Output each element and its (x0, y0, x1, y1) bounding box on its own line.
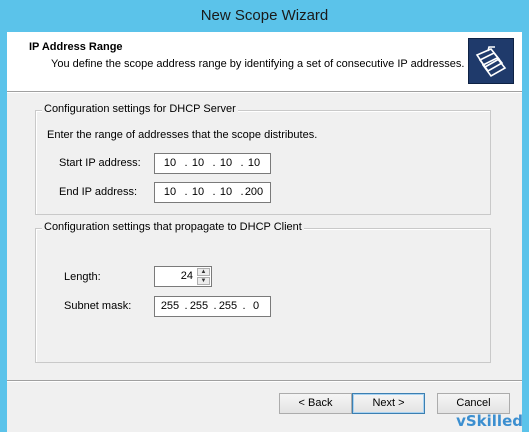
start-ip-label: Start IP address: (59, 157, 141, 169)
header-separator (7, 91, 522, 93)
start-ip-field[interactable]: 10 . 10 . 10 . 10 (154, 153, 271, 174)
length-label: Length: (64, 271, 101, 283)
end-ip-octet-2: 10 (191, 186, 205, 198)
back-button[interactable]: < Back (279, 393, 352, 414)
subnet-mask-field[interactable]: 255 . 255 . 255 . 0 (154, 296, 271, 317)
mask-octet-3: 255 (218, 300, 238, 312)
end-ip-octet-1: 10 (163, 186, 177, 198)
end-ip-octet-3: 10 (219, 186, 233, 198)
length-stepper[interactable]: 24 ▲ ▼ (154, 266, 212, 287)
client-config-legend: Configuration settings that propagate to… (42, 221, 304, 233)
start-ip-octet-1: 10 (163, 157, 177, 169)
window-title: New Scope Wizard (200, 7, 329, 24)
spin-up-icon[interactable]: ▲ (197, 268, 210, 276)
wizard-body: IP Address Range You define the scope ad… (7, 32, 522, 432)
cancel-button[interactable]: Cancel (437, 393, 510, 414)
folder-icon (468, 38, 514, 84)
length-spin-buttons: ▲ ▼ (197, 268, 210, 285)
watermark-logo: vSkilled (456, 412, 523, 430)
start-ip-octet-4: 10 (247, 157, 261, 169)
page-description: You define the scope address range by id… (51, 58, 465, 70)
start-ip-octet-2: 10 (191, 157, 205, 169)
server-config-group: Configuration settings for DHCP Server E… (35, 103, 491, 215)
next-button[interactable]: Next > (352, 393, 425, 414)
end-ip-octet-4: 200 (244, 186, 264, 198)
spin-down-icon[interactable]: ▼ (197, 277, 210, 285)
server-config-legend: Configuration settings for DHCP Server (42, 103, 238, 115)
range-instruction: Enter the range of addresses that the sc… (47, 129, 318, 141)
end-ip-label: End IP address: (59, 186, 138, 198)
length-value: 24 (180, 270, 193, 282)
mask-octet-1: 255 (160, 300, 180, 312)
end-ip-field[interactable]: 10 . 10 . 10 . 200 (154, 182, 271, 203)
mask-octet-4: 0 (252, 300, 260, 312)
client-config-group: Configuration settings that propagate to… (35, 221, 491, 363)
subnet-mask-label: Subnet mask: (64, 300, 132, 312)
page-title: IP Address Range (29, 41, 123, 53)
start-ip-octet-3: 10 (219, 157, 233, 169)
wizard-header: IP Address Range You define the scope ad… (7, 32, 522, 91)
mask-octet-2: 255 (189, 300, 209, 312)
footer-separator (7, 380, 522, 382)
